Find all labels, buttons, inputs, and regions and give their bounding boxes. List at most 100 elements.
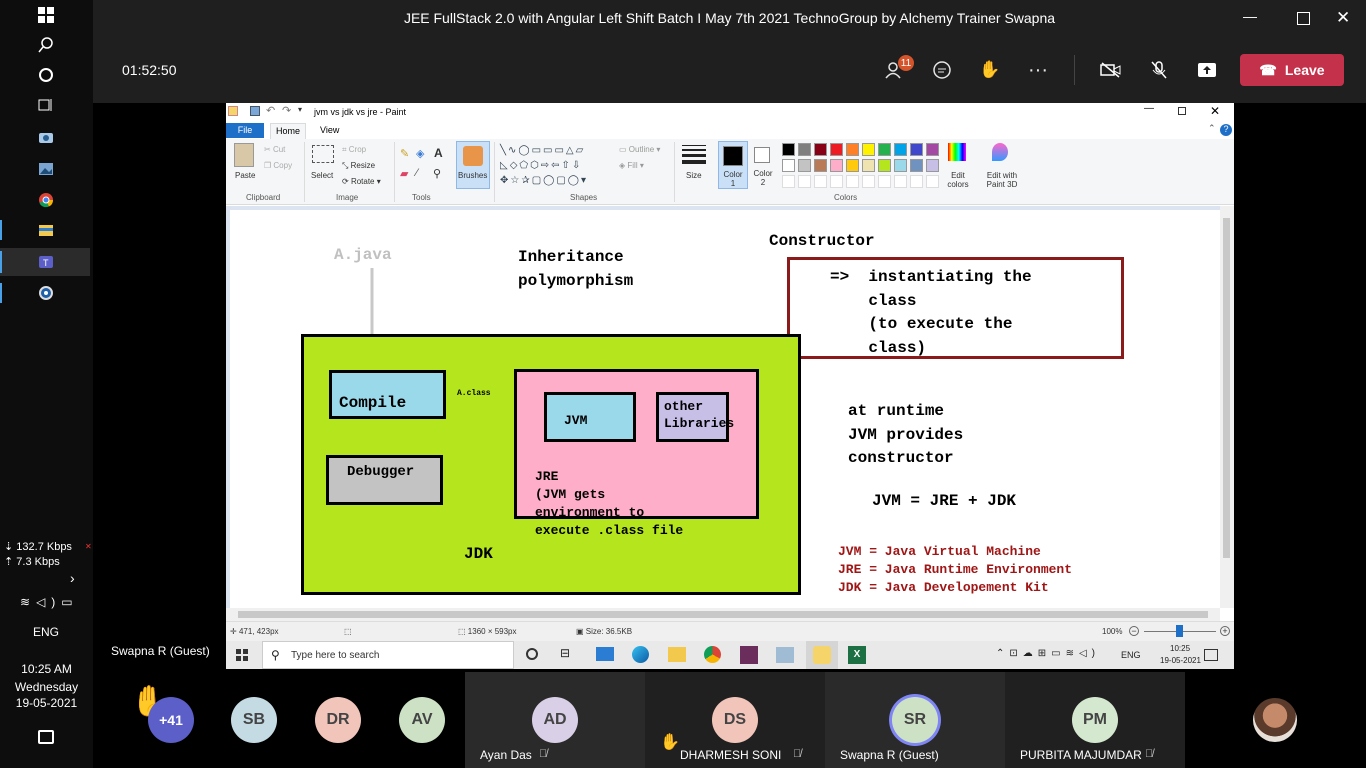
leave-button[interactable]: ☎ Leave	[1240, 54, 1344, 86]
palette-swatch[interactable]	[910, 175, 923, 188]
windows-start-icon[interactable]	[33, 4, 59, 26]
palette-swatch[interactable]	[814, 159, 827, 172]
size-icon[interactable]	[682, 145, 706, 167]
fill-bucket-icon[interactable]: ◈	[416, 147, 424, 160]
redo-icon[interactable]: ↷	[282, 104, 291, 117]
shared-clock-time[interactable]: 10:25	[1170, 644, 1190, 653]
vertical-scrollbar[interactable]	[1220, 206, 1234, 608]
palette-swatch[interactable]	[878, 175, 891, 188]
more-options-button[interactable]: ···	[1023, 56, 1053, 84]
shapes-gallery[interactable]: ╲∿◯▭▭▭△▱ ◺◇⬠⬡⇨⇦⇧⇩ ✥☆✰▢◯▢◯▾	[500, 143, 610, 187]
action-center-icon[interactable]	[38, 730, 54, 744]
palette-swatch[interactable]	[926, 175, 939, 188]
palette-swatch[interactable]	[814, 175, 827, 188]
clock-time[interactable]: 10:25 AM	[0, 662, 93, 676]
fill-button[interactable]: ◈ Fill ▾	[619, 161, 644, 170]
battery-icon[interactable]: ▭	[61, 595, 78, 609]
crop-button[interactable]: ⌗ Crop	[342, 145, 366, 155]
shared-cortana-icon[interactable]	[526, 648, 538, 660]
shared-start-icon[interactable]	[236, 649, 248, 661]
select-button[interactable]: Select	[311, 171, 333, 180]
paste-icon[interactable]	[234, 143, 254, 167]
avatar[interactable]: DS	[712, 697, 758, 743]
palette-swatch[interactable]	[782, 175, 795, 188]
task-view-icon[interactable]	[33, 94, 59, 116]
shared-notification-icon[interactable]	[1204, 649, 1218, 661]
edge-icon[interactable]	[632, 646, 649, 663]
minimize-icon[interactable]: —	[1243, 8, 1257, 24]
palette-swatch[interactable]	[878, 159, 891, 172]
outline-button[interactable]: ▭ Outline ▾	[619, 145, 660, 154]
select-icon[interactable]	[312, 145, 334, 163]
palette-swatch[interactable]	[798, 159, 811, 172]
size-button[interactable]: Size	[686, 171, 702, 180]
tray-icons[interactable]: ≋◁)▭	[20, 595, 79, 609]
wifi-icon[interactable]: ≋	[20, 595, 36, 609]
avatar[interactable]: PM	[1072, 697, 1118, 743]
color1-button[interactable]: Color 1	[718, 141, 748, 189]
palette-swatch[interactable]	[830, 175, 843, 188]
palette-swatch[interactable]	[830, 143, 843, 156]
palette-swatch[interactable]	[862, 143, 875, 156]
avatar[interactable]: AV	[399, 697, 445, 743]
undo-icon[interactable]: ↶	[266, 104, 275, 117]
palette-swatch[interactable]	[814, 143, 827, 156]
color-palette[interactable]	[782, 143, 952, 193]
palette-swatch[interactable]	[846, 159, 859, 172]
quick-access-dropdown-icon[interactable]: ▾	[298, 105, 302, 114]
horizontal-scrollbar[interactable]	[226, 608, 1220, 621]
chat-button[interactable]	[927, 56, 957, 84]
palette-swatch[interactable]	[846, 175, 859, 188]
palette-swatch[interactable]	[798, 175, 811, 188]
color2-label[interactable]: Color 2	[752, 169, 774, 187]
drawing-canvas[interactable]: A.java Inheritance polymorphism Construc…	[230, 210, 1220, 608]
language-indicator[interactable]: ENG	[33, 625, 59, 639]
camera-off-button[interactable]	[1096, 56, 1126, 84]
avatar[interactable]: SB	[231, 697, 277, 743]
zoom-in-icon[interactable]: +	[1220, 626, 1230, 636]
maximize-icon[interactable]	[1297, 12, 1310, 25]
rotate-button[interactable]: ⟳ Rotate ▾	[342, 177, 381, 186]
chevron-right-icon[interactable]: ›	[70, 570, 75, 586]
palette-swatch[interactable]	[798, 143, 811, 156]
horizontal-scroll-thumb[interactable]	[238, 611, 1208, 618]
palette-swatch[interactable]	[926, 143, 939, 156]
settings-app-icon[interactable]	[33, 282, 59, 304]
mic-off-button[interactable]	[1144, 56, 1174, 84]
search-icon[interactable]	[33, 34, 59, 56]
ribbon-collapse-icon[interactable]: ⌃	[1208, 123, 1216, 134]
camera-app-icon[interactable]	[33, 126, 59, 148]
close-icon[interactable]: ✕	[1336, 8, 1350, 28]
palette-swatch[interactable]	[782, 143, 795, 156]
vertical-scroll-thumb[interactable]	[1223, 218, 1230, 558]
copy-button[interactable]: ❐ Copy	[264, 161, 292, 170]
shared-language-indicator[interactable]: ENG	[1121, 650, 1141, 660]
net-close-icon[interactable]: ✕	[85, 542, 92, 551]
app-icon[interactable]	[740, 646, 758, 664]
shared-chrome-icon[interactable]	[704, 646, 721, 663]
resize-button[interactable]: ⤡ Resize	[342, 161, 375, 171]
edit-with-paint3d-button[interactable]: Edit with Paint 3D	[982, 171, 1022, 189]
chrome-icon[interactable]	[33, 189, 59, 211]
taskbar-search-box[interactable]: ⚲ Type here to search	[262, 641, 514, 669]
excel-icon[interactable]: X	[848, 646, 866, 664]
overflow-participants-count[interactable]: +41	[148, 697, 194, 743]
volume-icon[interactable]: ◁)	[36, 595, 61, 609]
edit-colors-button[interactable]: Edit colors	[944, 171, 972, 189]
shared-taskview-icon[interactable]: ⊟	[560, 646, 570, 660]
palette-swatch[interactable]	[894, 175, 907, 188]
app-icon[interactable]	[776, 647, 794, 663]
teams-app-icon[interactable]: T	[33, 251, 59, 273]
palette-swatch[interactable]	[894, 143, 907, 156]
file-explorer-icon[interactable]	[33, 219, 59, 241]
palette-swatch[interactable]	[846, 143, 859, 156]
explorer-icon[interactable]	[668, 647, 686, 662]
photos-app-icon[interactable]	[33, 158, 59, 180]
cortana-icon[interactable]	[33, 64, 59, 86]
tab-home[interactable]: Home	[270, 123, 306, 139]
paint-close-icon[interactable]: ✕	[1210, 104, 1220, 118]
zoom-out-icon[interactable]: −	[1129, 626, 1139, 636]
color-picker-icon[interactable]: ⁄	[416, 167, 418, 179]
palette-swatch[interactable]	[910, 143, 923, 156]
paint-minimize-icon[interactable]: —	[1144, 103, 1154, 114]
